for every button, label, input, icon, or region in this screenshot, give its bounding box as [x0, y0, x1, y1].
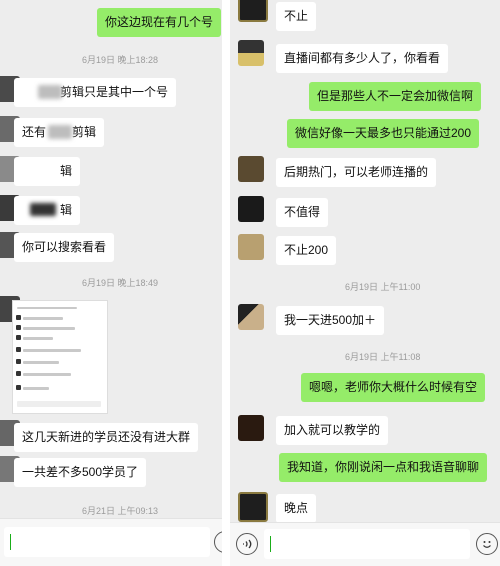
screenshot-avatar	[16, 359, 21, 364]
avatar[interactable]	[238, 156, 264, 182]
message-bubble-outgoing: 嗯嗯，老师你大概什么时候有空	[301, 373, 486, 402]
shared-screenshot-image[interactable]	[12, 300, 108, 414]
timestamp: 6月19日 晚上18:49	[82, 278, 159, 288]
timestamp: 6月19日 晚上18:28	[82, 55, 159, 65]
message-text: 剪辑只是其中一个号	[60, 85, 169, 99]
screenshot-avatar	[16, 347, 21, 352]
screenshot-line	[23, 327, 75, 330]
timestamp: 6月19日 上午11:00	[345, 282, 421, 292]
screenshot-avatar	[16, 385, 21, 390]
message-input[interactable]	[4, 527, 210, 557]
message-bubble-incoming: 一共差不多500学员了	[14, 458, 147, 487]
message-bubble-incoming: 加入就可以教学的	[276, 416, 389, 445]
message-bubble-outgoing: 微信好像一天最多也只能通过200	[287, 119, 480, 148]
message-bubble-incoming: 不止200	[276, 236, 337, 265]
avatar[interactable]	[238, 304, 264, 330]
message-bubble-incoming: 你可以搜索看看	[14, 233, 115, 262]
message-bubble-incoming: 我一天进500加＋	[276, 306, 385, 335]
input-bar	[0, 518, 222, 566]
message-text: 辑	[60, 164, 73, 178]
avatar[interactable]	[238, 196, 264, 222]
message-bubble-outgoing: 但是那些人不一定会加微信啊	[309, 82, 482, 111]
message-bubble-incoming: 这几天新进的学员还没有进大群	[14, 423, 199, 452]
screenshot-avatar	[16, 325, 21, 330]
message-text: 剪辑	[72, 125, 97, 139]
voice-icon-glyph	[243, 539, 252, 549]
message-text: 还有	[22, 125, 47, 139]
message-bubble-incoming: 不值得	[276, 198, 329, 227]
message-input[interactable]	[264, 529, 470, 559]
avatar[interactable]	[238, 492, 268, 522]
message-text: 辑	[60, 203, 73, 217]
screenshot-line	[23, 387, 49, 390]
message-bubble-incoming: 不止	[276, 2, 317, 31]
input-bar	[230, 522, 500, 566]
timestamp: 6月21日 上午09:13	[82, 506, 159, 516]
voice-icon[interactable]	[236, 533, 258, 555]
screenshot-line	[23, 337, 53, 340]
screenshot-line	[23, 373, 71, 376]
screenshot-line	[17, 307, 77, 309]
emoji-icon[interactable]	[214, 531, 222, 553]
message-bubble-incoming: 辑	[14, 157, 81, 186]
left-chat-panel: 你这边现在有几个号 6月19日 晚上18:28 剪辑只是其中一个号 还有 剪辑 辑…	[0, 0, 222, 566]
screenshot-line	[23, 317, 63, 320]
avatar[interactable]	[238, 234, 264, 260]
message-bubble-incoming: 后期热门，可以老师连播的	[276, 158, 437, 187]
text-caret	[10, 534, 11, 550]
screenshot-input	[17, 401, 101, 407]
emoji-icon[interactable]	[476, 533, 498, 555]
screenshot-avatar	[16, 315, 21, 320]
screenshot-avatar	[16, 335, 21, 340]
screenshot-line	[23, 349, 81, 352]
message-bubble-outgoing: 我知道，你刚说闲一点和我语音聊聊	[279, 453, 488, 482]
avatar[interactable]	[238, 415, 264, 441]
avatar[interactable]	[238, 40, 264, 66]
right-chat-panel: 不止 直播间都有多少人了，你看看 但是那些人不一定会加微信啊 微信好像一天最多也…	[230, 0, 500, 566]
message-bubble-incoming: 晚点	[276, 494, 317, 523]
text-caret	[270, 536, 271, 552]
panel-divider	[222, 0, 230, 566]
screenshot-line	[23, 361, 59, 364]
blurred-region	[48, 125, 72, 139]
screenshot-avatar	[16, 371, 21, 376]
emoji-icon-glyph	[483, 541, 491, 548]
blurred-region	[30, 203, 56, 216]
avatar[interactable]	[238, 0, 268, 22]
blurred-region	[38, 85, 62, 99]
timestamp: 6月19日 上午11:08	[345, 352, 421, 362]
message-bubble-outgoing: 你这边现在有几个号	[97, 8, 222, 37]
message-bubble-incoming: 直播间都有多少人了，你看看	[276, 44, 449, 73]
